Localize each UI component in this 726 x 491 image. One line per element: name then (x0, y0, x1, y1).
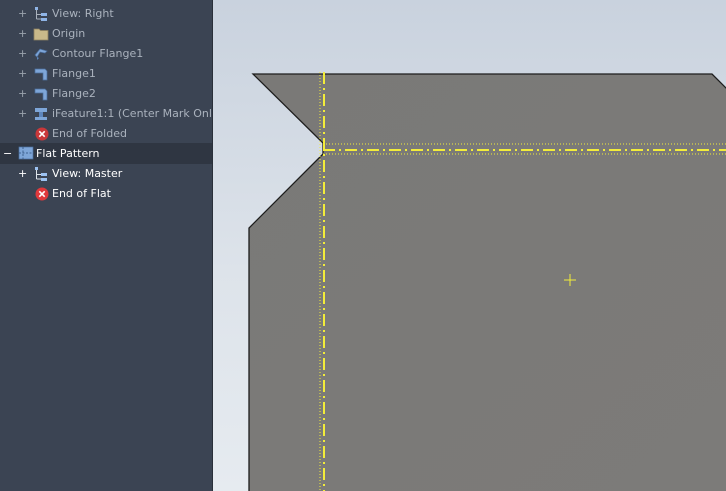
end-of-part-icon (34, 126, 50, 142)
browser-item-label: Flange1 (52, 67, 96, 80)
expand-icon[interactable]: + (18, 48, 27, 59)
flange-icon (33, 66, 49, 82)
expand-icon[interactable]: + (18, 168, 27, 179)
browser-item-label: iFeature1:1 (Center Mark Only) (52, 107, 213, 120)
browser-item-view-right[interactable]: + View: Right (0, 4, 212, 24)
browser-item-origin[interactable]: + Origin (0, 24, 212, 44)
flat-pattern-drawing (248, 72, 726, 491)
flange-icon (33, 86, 49, 102)
view-tree-icon (33, 166, 49, 182)
collapse-icon[interactable]: − (3, 148, 12, 159)
expand-icon[interactable]: + (18, 88, 27, 99)
browser-item-label: View: Master (52, 167, 123, 180)
flat-pattern-icon (18, 145, 34, 161)
expand-icon[interactable]: + (18, 68, 27, 79)
browser-item-flat-pattern[interactable]: − Flat Pattern (0, 143, 212, 164)
browser-item-label: End of Flat (52, 187, 111, 200)
browser-item-label: View: Right (52, 7, 114, 20)
view-tree-icon (33, 6, 49, 22)
browser-item-flange1[interactable]: + Flange1 (0, 64, 212, 84)
browser-item-ifeature[interactable]: + iFeature1:1 (Center Mark Only) (0, 104, 212, 124)
graphics-viewport[interactable] (213, 0, 726, 491)
browser-item-label: Origin (52, 27, 86, 40)
browser-item-view-master[interactable]: + View: Master (0, 164, 212, 184)
browser-item-end-of-flat[interactable]: End of Flat (0, 184, 212, 204)
contour-flange-icon (33, 46, 49, 62)
expand-icon[interactable]: + (18, 28, 27, 39)
expand-icon[interactable]: + (18, 108, 27, 119)
flat-pattern-face[interactable] (248, 73, 726, 491)
folder-icon (33, 26, 49, 42)
browser-item-label: Contour Flange1 (52, 47, 144, 60)
ifeature-icon (33, 106, 49, 122)
browser-item-contour-flange[interactable]: + Contour Flange1 (0, 44, 212, 64)
browser-item-label: Flat Pattern (36, 147, 100, 160)
browser-item-flange2[interactable]: + Flange2 (0, 84, 212, 104)
model-browser: + View: Right + Origin + Contour Flange1… (0, 0, 213, 491)
expand-icon[interactable]: + (18, 8, 27, 19)
browser-item-label: End of Folded (52, 127, 127, 140)
end-of-part-icon (34, 186, 50, 202)
browser-item-end-of-folded[interactable]: End of Folded (0, 124, 212, 144)
browser-item-label: Flange2 (52, 87, 96, 100)
